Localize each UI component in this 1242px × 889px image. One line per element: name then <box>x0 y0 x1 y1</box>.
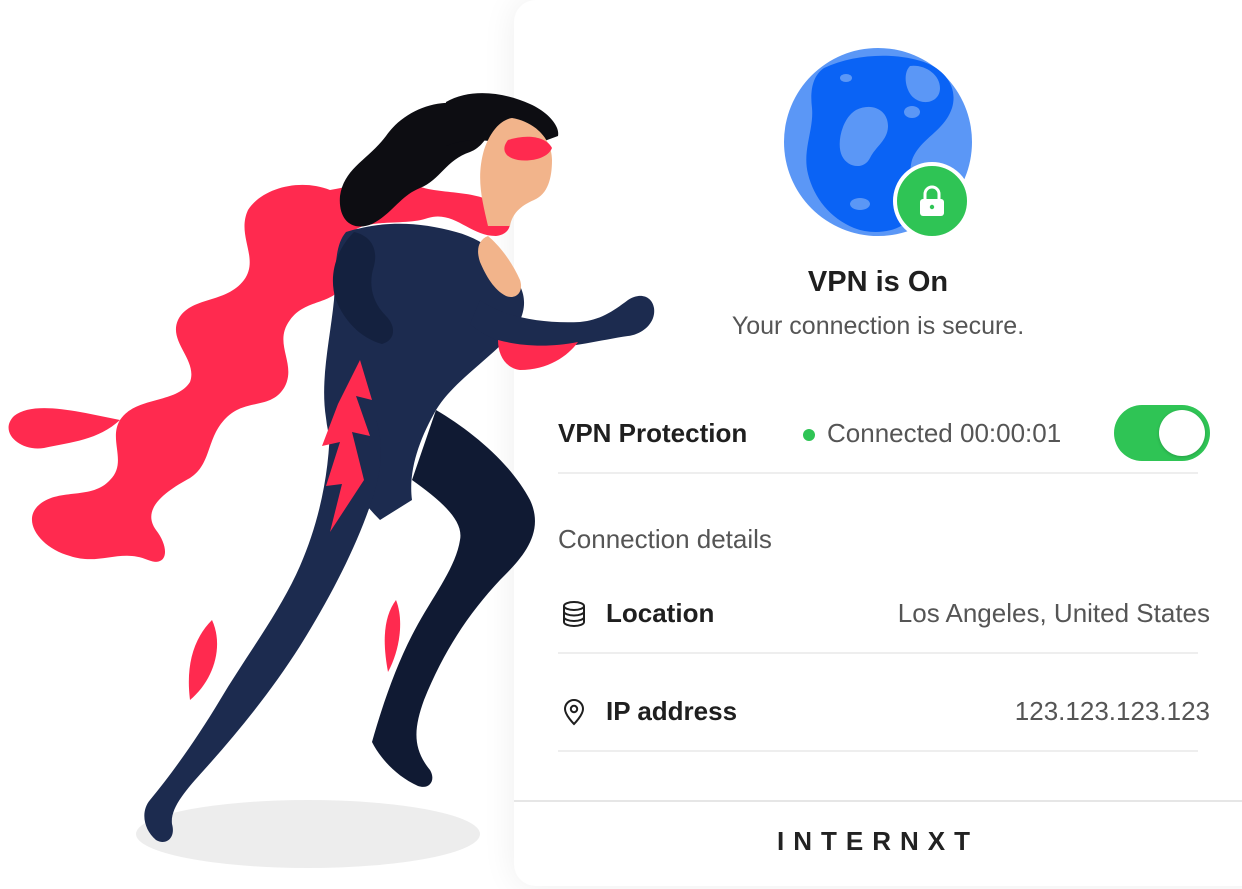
vpn-status-subtitle: Your connection is secure. <box>731 312 1025 340</box>
globe-status-graphic <box>784 48 974 240</box>
front-leg <box>144 420 381 843</box>
ip-address-label: IP address <box>606 696 738 726</box>
location-value: Los Angeles, United States <box>897 598 1210 628</box>
divider <box>558 750 1198 752</box>
vpn-protection-label: VPN Protection <box>558 418 748 448</box>
hair <box>339 102 492 227</box>
database-icon <box>563 601 585 628</box>
lock-icon <box>920 185 944 216</box>
brand-logo: INTERNXT <box>777 826 979 856</box>
lightning-emblem <box>322 360 372 532</box>
lock-badge <box>893 162 971 240</box>
ground-shadow <box>136 800 480 868</box>
connection-details-heading: Connection details <box>558 524 772 554</box>
torso <box>324 223 525 520</box>
connection-status: Connected 00:00:01 <box>803 418 1061 449</box>
ip-address-value: 123.123.123.123 <box>1014 696 1210 726</box>
back-arm <box>332 232 394 344</box>
divider <box>558 472 1198 474</box>
connection-status-text: Connected 00:00:01 <box>827 418 1062 448</box>
front-boot-flame <box>188 620 218 700</box>
vpn-toggle[interactable] <box>1114 405 1210 461</box>
toggle-knob <box>1159 410 1205 456</box>
back-leg <box>372 410 535 787</box>
status-dot-icon <box>803 428 815 441</box>
back-boot-flame <box>384 600 401 672</box>
vpn-status-title: VPN is On <box>807 266 949 298</box>
location-label: Location <box>606 598 715 628</box>
footer-divider <box>514 800 1242 802</box>
scarf-tail <box>8 408 121 449</box>
divider <box>558 652 1198 654</box>
map-pin-icon <box>563 699 585 726</box>
scarf <box>31 180 511 562</box>
